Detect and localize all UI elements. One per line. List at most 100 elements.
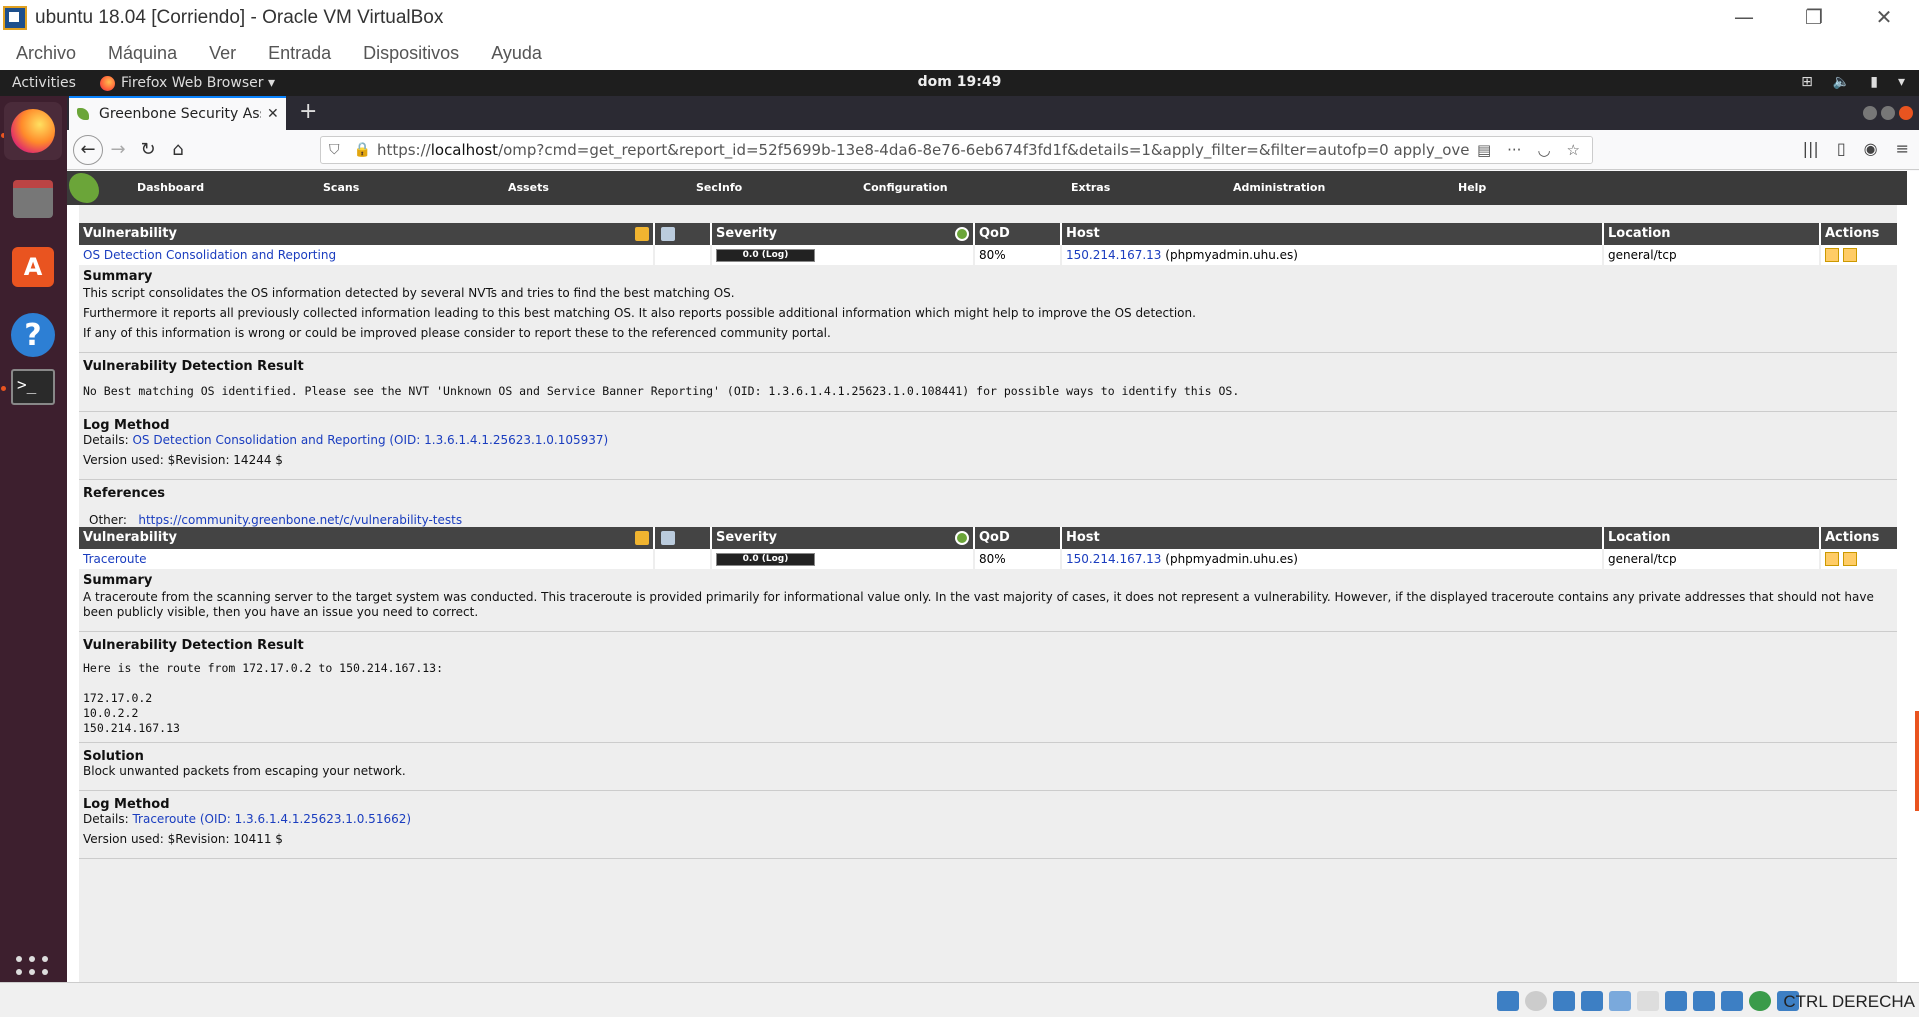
- col-severity[interactable]: Severity: [716, 226, 777, 241]
- pocket-icon[interactable]: ◡: [1537, 141, 1550, 159]
- menu-ver[interactable]: Ver: [209, 43, 236, 64]
- col-host[interactable]: Host: [1066, 226, 1100, 241]
- clock[interactable]: dom 19:49: [918, 74, 1002, 90]
- version-text: Version used: $Revision: 10411 $: [83, 832, 283, 846]
- reload-button[interactable]: ↻: [133, 135, 163, 165]
- host-link[interactable]: 150.214.167.13: [1066, 552, 1161, 566]
- app-menu[interactable]: Firefox Web Browser ▾: [100, 75, 275, 91]
- firefox-icon: [100, 75, 115, 91]
- page-actions-icon[interactable]: ···: [1507, 141, 1521, 159]
- restore-button[interactable]: ❐: [1779, 0, 1849, 36]
- recording-icon[interactable]: [1693, 991, 1715, 1011]
- vt-x-icon[interactable]: [1721, 991, 1743, 1011]
- result-link[interactable]: OS Detection Consolidation and Reporting: [83, 248, 336, 262]
- col-location[interactable]: Location: [1608, 530, 1671, 545]
- ff-minimize-button[interactable]: [1863, 106, 1877, 120]
- note-icon[interactable]: [635, 227, 649, 241]
- dock-terminal[interactable]: >_: [4, 358, 62, 416]
- activities-button[interactable]: Activities: [12, 75, 92, 91]
- bookmark-star-icon[interactable]: ☆: [1567, 141, 1580, 159]
- nav-extras[interactable]: Extras: [1071, 181, 1110, 194]
- vdr-section: Vulnerability Detection Result Here is t…: [79, 632, 1897, 743]
- note-icon[interactable]: [635, 531, 649, 545]
- menu-archivo[interactable]: Archivo: [16, 43, 76, 64]
- audio-status-icon[interactable]: [1497, 991, 1519, 1011]
- minimize-button[interactable]: —: [1709, 0, 1779, 36]
- dock-software[interactable]: A: [4, 238, 62, 296]
- vdr-heading: Vulnerability Detection Result: [83, 359, 304, 374]
- menu-maquina[interactable]: Máquina: [108, 43, 177, 64]
- volume-icon[interactable]: 🔈: [1833, 74, 1850, 90]
- nav-dashboard[interactable]: Dashboard: [137, 181, 204, 194]
- close-button[interactable]: ✕: [1849, 0, 1919, 36]
- tab-greenbone[interactable]: Greenbone Security Assi ✕: [69, 96, 286, 130]
- col-vulnerability[interactable]: Vulnerability: [83, 226, 177, 241]
- account-icon[interactable]: ◉: [1864, 139, 1878, 158]
- nav-administration[interactable]: Administration: [1233, 181, 1325, 194]
- display-icon[interactable]: [1665, 991, 1687, 1011]
- add-note-icon[interactable]: [1825, 248, 1839, 262]
- library-icon[interactable]: |||: [1803, 139, 1819, 158]
- override-icon[interactable]: [661, 531, 675, 545]
- tab-close-icon[interactable]: ✕: [267, 106, 279, 122]
- shared-folders-icon[interactable]: [1637, 991, 1659, 1011]
- menu-dispositivos[interactable]: Dispositivos: [363, 43, 459, 64]
- summary-section: Summary This script consolidates the OS …: [79, 265, 1897, 353]
- greenbone-logo-icon[interactable]: [69, 173, 99, 203]
- add-override-icon[interactable]: [1843, 552, 1857, 566]
- guest-desktop: Activities Firefox Web Browser ▾ dom 19:…: [0, 70, 1919, 988]
- forward-button[interactable]: →: [103, 135, 133, 165]
- col-severity[interactable]: Severity: [716, 530, 777, 545]
- summary-section: Summary A traceroute from the scanning s…: [79, 569, 1897, 632]
- solution-section: Solution Block unwanted packets from esc…: [79, 743, 1897, 791]
- lock-icon[interactable]: 🔒: [354, 142, 371, 158]
- reference-link[interactable]: https://community.greenbone.net/c/vulner…: [138, 513, 462, 527]
- guest-additions-icon[interactable]: [1749, 991, 1771, 1011]
- host-link[interactable]: 150.214.167.13: [1066, 248, 1161, 262]
- tracking-shield-icon[interactable]: ⛉: [329, 142, 340, 158]
- sidebar-icon[interactable]: ▯: [1837, 139, 1846, 158]
- page-scrollbar[interactable]: [1915, 711, 1919, 811]
- vbox-statusbar: CTRL DERECHA: [0, 982, 1919, 1017]
- dock-files[interactable]: [4, 170, 62, 228]
- usb-icon[interactable]: [1553, 991, 1575, 1011]
- col-host[interactable]: Host: [1066, 530, 1100, 545]
- nvt-link[interactable]: OS Detection Consolidation and Reporting…: [132, 433, 608, 447]
- dock-help[interactable]: ?: [4, 306, 62, 364]
- nav-configuration[interactable]: Configuration: [863, 181, 948, 194]
- menu-entrada[interactable]: Entrada: [268, 43, 331, 64]
- result-table-header: Vulnerability Severity QoD Host Location…: [79, 223, 1897, 245]
- pen-icon[interactable]: [1609, 991, 1631, 1011]
- nav-assets[interactable]: Assets: [508, 181, 549, 194]
- col-vulnerability[interactable]: Vulnerability: [83, 530, 177, 545]
- summary-heading: Summary: [83, 573, 153, 588]
- add-note-icon[interactable]: [1825, 552, 1839, 566]
- col-qod[interactable]: QoD: [979, 226, 1010, 241]
- col-location[interactable]: Location: [1608, 226, 1671, 241]
- menu-ayuda[interactable]: Ayuda: [491, 43, 542, 64]
- dock-firefox[interactable]: [4, 102, 62, 160]
- url-bar[interactable]: ⛉ 🔒 https://localhost/omp?cmd=get_report…: [320, 136, 1593, 164]
- nav-secinfo[interactable]: SecInfo: [696, 181, 742, 194]
- battery-icon[interactable]: ▮: [1870, 74, 1878, 90]
- severity-bar: 0.0 (Log): [716, 249, 815, 262]
- nvt-link[interactable]: Traceroute (OID: 1.3.6.1.4.1.25623.1.0.5…: [132, 812, 411, 826]
- network-adapter-icon[interactable]: [1581, 991, 1603, 1011]
- result-link[interactable]: Traceroute: [83, 552, 147, 566]
- ff-close-button[interactable]: [1899, 106, 1913, 120]
- optical-drive-icon[interactable]: [1525, 991, 1547, 1011]
- system-menu-chevron-down-icon[interactable]: ▾: [1898, 74, 1905, 90]
- nav-scans[interactable]: Scans: [323, 181, 359, 194]
- nav-help[interactable]: Help: [1458, 181, 1486, 194]
- hamburger-menu-icon[interactable]: ≡: [1896, 139, 1909, 158]
- override-icon[interactable]: [661, 227, 675, 241]
- reader-view-icon[interactable]: ▤: [1477, 141, 1491, 159]
- summary-text: This script consolidates the OS informat…: [83, 286, 735, 300]
- home-button[interactable]: ⌂: [163, 135, 193, 165]
- back-button[interactable]: ←: [73, 134, 103, 165]
- new-tab-button[interactable]: +: [299, 99, 317, 124]
- network-icon[interactable]: ⊞: [1801, 74, 1813, 90]
- col-qod[interactable]: QoD: [979, 530, 1010, 545]
- add-override-icon[interactable]: [1843, 248, 1857, 262]
- ff-maximize-button[interactable]: [1881, 106, 1895, 120]
